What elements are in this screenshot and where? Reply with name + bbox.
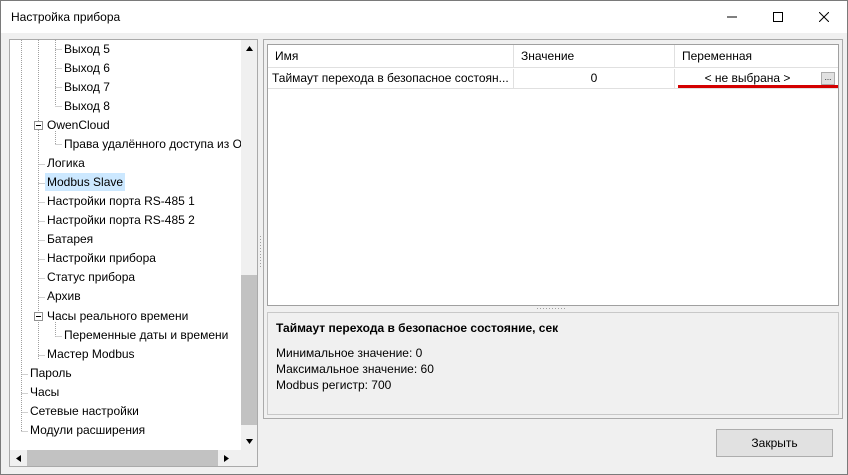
tree-item-logic[interactable]: Логика bbox=[45, 154, 87, 172]
tree-item-remote-access-rights[interactable]: Права удалённого доступа из О bbox=[62, 135, 244, 153]
grid-header: Имя Значение Переменная bbox=[268, 45, 838, 68]
tree-item-rs485-port-1[interactable]: Настройки порта RS-485 1 bbox=[45, 192, 197, 210]
tree-vertical-scrollbar[interactable] bbox=[241, 40, 257, 450]
minimize-button[interactable] bbox=[709, 1, 755, 33]
tree-item-device-status[interactable]: Статус прибора bbox=[45, 268, 137, 286]
horizontal-splitter-grip[interactable] bbox=[537, 307, 567, 310]
tree-item-modbus-master[interactable]: Мастер Modbus bbox=[45, 345, 137, 363]
tree-item-output-7[interactable]: Выход 7 bbox=[62, 78, 112, 96]
tree-item-battery[interactable]: Батарея bbox=[45, 230, 95, 248]
maximize-icon bbox=[773, 12, 783, 22]
tree-item-password[interactable]: Пароль bbox=[28, 364, 74, 382]
close-window-button[interactable] bbox=[801, 1, 847, 33]
highlight-underline bbox=[678, 85, 838, 88]
tree-horizontal-scrollbar[interactable] bbox=[10, 450, 257, 466]
tree-item-rs485-port-2[interactable]: Настройки порта RS-485 2 bbox=[45, 211, 197, 229]
device-tree[interactable]: Выход 5 Выход 6 Выход 7 Выход 8 OwenClou… bbox=[9, 39, 258, 467]
parameter-description-panel: Таймаут перехода в безопасное состояние,… bbox=[267, 312, 839, 415]
row-name-cell[interactable]: Таймаут перехода в безопасное состоян... bbox=[268, 69, 514, 89]
close-button[interactable]: Закрыть bbox=[716, 429, 833, 457]
close-icon bbox=[819, 12, 829, 22]
minimize-icon bbox=[727, 16, 737, 18]
tree-item-output-6[interactable]: Выход 6 bbox=[62, 59, 112, 77]
tree-item-network-settings[interactable]: Сетевые настройки bbox=[28, 402, 141, 420]
description-min-value: Минимальное значение: 0 bbox=[276, 346, 423, 360]
description-title: Таймаут перехода в безопасное состояние,… bbox=[276, 321, 559, 335]
scroll-corner bbox=[241, 450, 257, 466]
column-header-value[interactable]: Значение bbox=[514, 45, 675, 68]
tree-item-device-settings[interactable]: Настройки прибора bbox=[45, 249, 158, 267]
tree-item-archive[interactable]: Архив bbox=[45, 287, 83, 305]
scroll-right-button[interactable] bbox=[218, 450, 235, 466]
tree-item-owencloud[interactable]: OwenCloud bbox=[45, 116, 112, 134]
settings-window: Настройка прибора Выход 5 Выход 6 Выход … bbox=[0, 0, 848, 475]
collapse-owencloud-icon[interactable] bbox=[34, 121, 43, 130]
arrow-down-icon bbox=[246, 439, 253, 444]
window-title: Настройка прибора bbox=[11, 10, 121, 24]
scroll-left-button[interactable] bbox=[10, 450, 27, 466]
tree-horizontal-scroll-thumb[interactable] bbox=[27, 450, 218, 466]
tree-item-rtc[interactable]: Часы реального времени bbox=[45, 307, 190, 325]
title-bar[interactable]: Настройка прибора bbox=[1, 1, 847, 33]
tree-item-modbus-slave[interactable]: Modbus Slave bbox=[45, 173, 126, 191]
tree-item-datetime-variables[interactable]: Переменные даты и времени bbox=[62, 326, 230, 344]
description-max-value: Максимальное значение: 60 bbox=[276, 362, 434, 376]
column-header-variable[interactable]: Переменная bbox=[675, 45, 838, 68]
tree-vertical-scroll-thumb[interactable] bbox=[241, 275, 257, 425]
scroll-up-button[interactable] bbox=[241, 40, 257, 57]
maximize-button[interactable] bbox=[755, 1, 801, 33]
vertical-splitter-grip[interactable] bbox=[259, 236, 262, 270]
description-modbus-register: Modbus регистр: 700 bbox=[276, 378, 392, 392]
tree-item-clock[interactable]: Часы bbox=[28, 383, 61, 401]
collapse-rtc-icon[interactable] bbox=[34, 312, 43, 321]
tree-item-output-5[interactable]: Выход 5 bbox=[62, 40, 112, 58]
column-header-name[interactable]: Имя bbox=[268, 45, 514, 68]
row-value-cell[interactable]: 0 bbox=[514, 69, 675, 89]
arrow-right-icon bbox=[224, 455, 229, 462]
select-variable-button[interactable]: ... bbox=[821, 72, 835, 85]
scroll-down-button[interactable] bbox=[241, 433, 257, 450]
tree-item-expansion-modules[interactable]: Модули расширения bbox=[28, 421, 147, 439]
arrow-left-icon bbox=[16, 455, 21, 462]
arrow-up-icon bbox=[246, 46, 253, 51]
parameters-grid[interactable]: Имя Значение Переменная Таймаут перехода… bbox=[267, 44, 839, 306]
tree-item-output-8[interactable]: Выход 8 bbox=[62, 97, 112, 115]
